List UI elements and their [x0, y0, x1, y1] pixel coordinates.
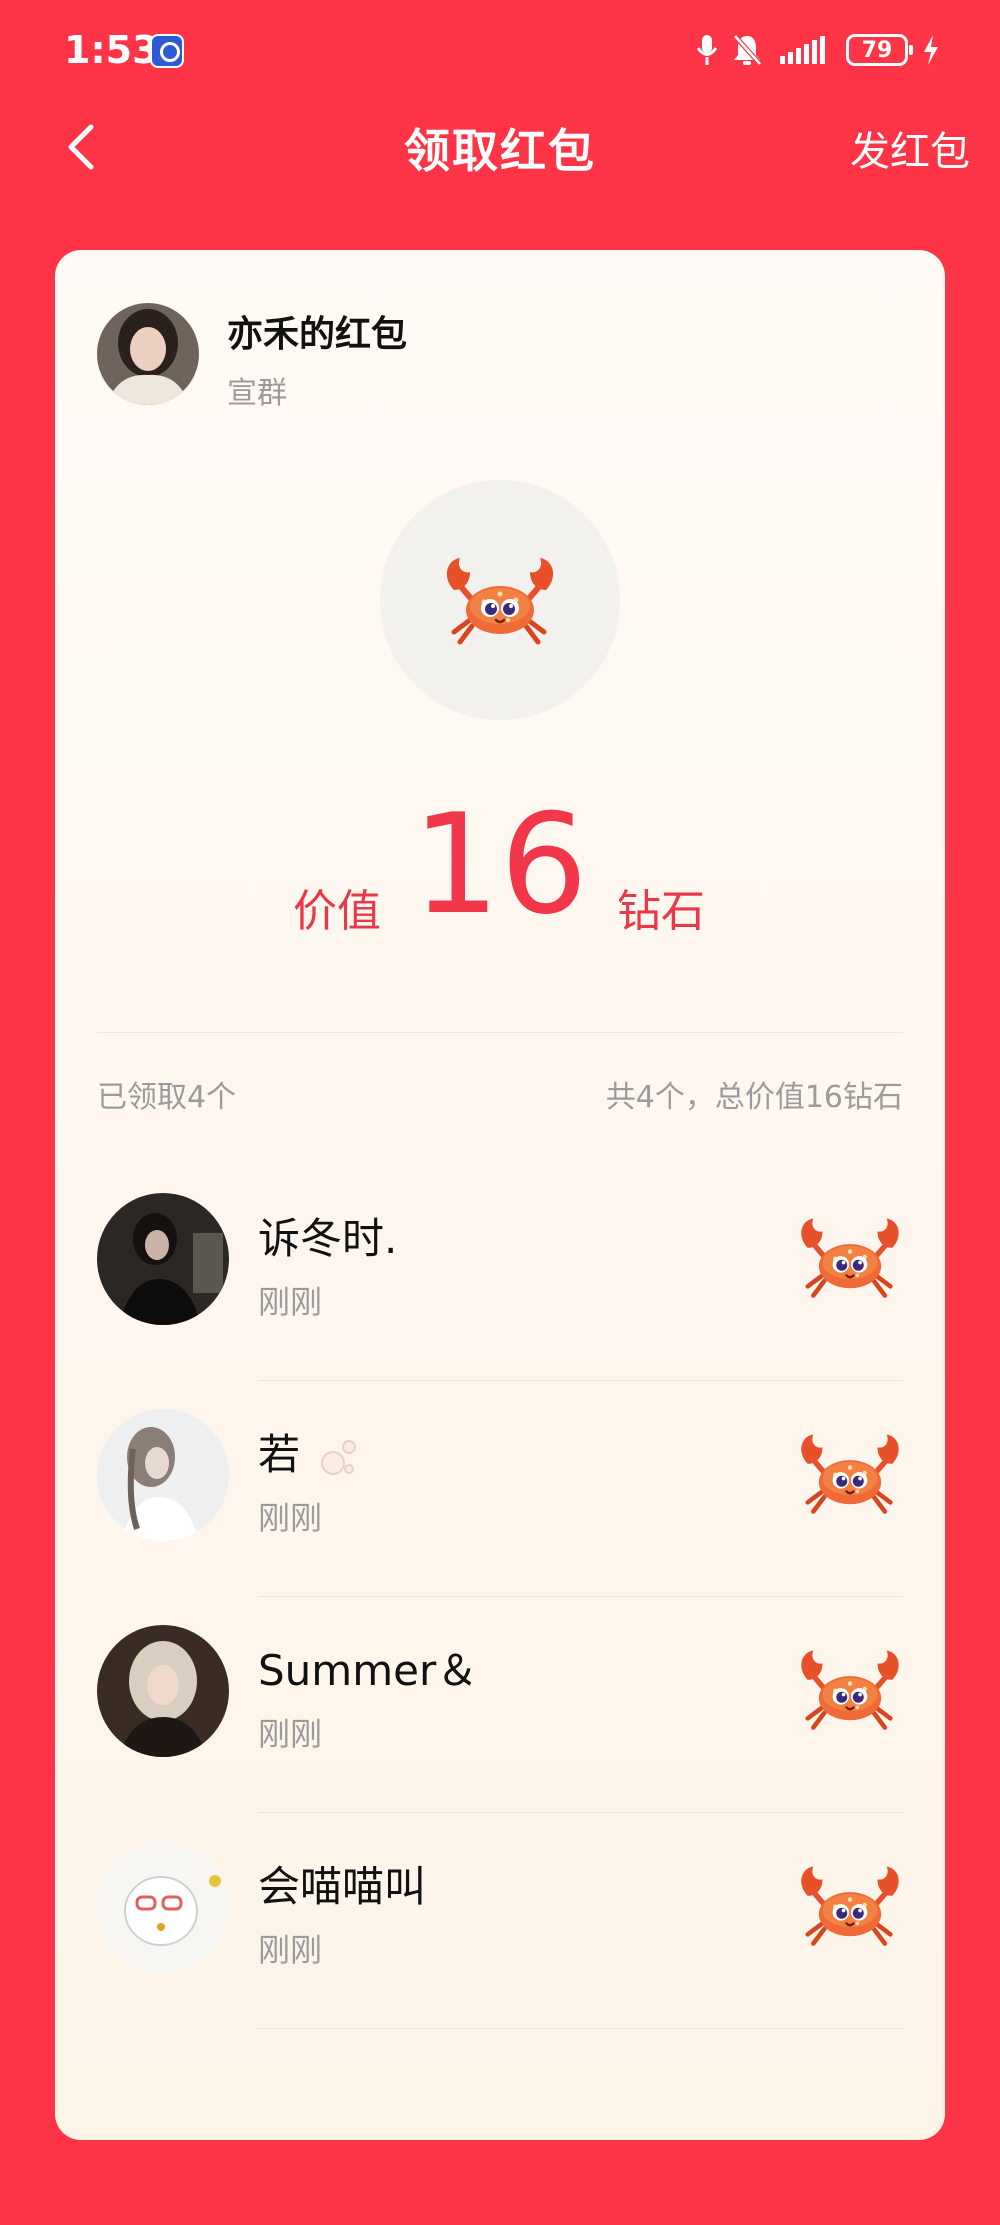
claimer-name: Summer＆	[258, 1646, 479, 1695]
value-prefix: 价值	[293, 886, 381, 937]
status-icons: 79	[696, 30, 940, 70]
claimed-count: 已领取4个	[97, 1080, 237, 1115]
bubbles-emoji-icon	[321, 1439, 357, 1475]
claim-row[interactable]: 若 刚刚	[55, 1381, 945, 1597]
crab-gift-icon	[440, 550, 560, 650]
value-number: 16	[412, 784, 588, 945]
signal-icon	[780, 36, 825, 64]
claim-time: 刚刚	[258, 1499, 323, 1537]
status-time: 1:53	[64, 28, 159, 72]
crab-gift-icon	[795, 1855, 905, 1955]
battery-level: 79	[861, 37, 893, 63]
claimer-avatar[interactable]	[97, 1841, 229, 1973]
claimer-name: 诉冬时.	[258, 1214, 398, 1263]
claimer-avatar[interactable]	[97, 1193, 229, 1325]
claimer-name: 会喵喵叫	[258, 1862, 427, 1911]
claim-row[interactable]: 会喵喵叫 刚刚	[55, 1813, 945, 2029]
charging-icon	[924, 35, 938, 65]
sender-avatar[interactable]	[97, 303, 199, 405]
battery-indicator: 79	[846, 34, 913, 66]
total-summary: 共4个，总价值16钻石	[605, 1080, 903, 1115]
nav-bar: 领取红包 发红包	[0, 95, 1000, 215]
send-red-packet-button[interactable]: 发红包	[850, 119, 970, 177]
bell-muted-icon	[733, 34, 762, 66]
claim-time: 刚刚	[258, 1715, 323, 1753]
claim-time: 刚刚	[258, 1283, 323, 1321]
crab-gift-icon	[795, 1423, 905, 1523]
row-divider	[258, 2028, 903, 2029]
claim-time: 刚刚	[258, 1931, 323, 1969]
red-packet-card: 亦禾的红包 宣群 16 价值 钻石 已领取4个 共4个，总价值16钻石 诉冬时.…	[55, 250, 945, 2140]
crab-gift-icon	[795, 1207, 905, 1307]
group-label: 宣群	[227, 376, 287, 411]
crab-gift-icon	[795, 1639, 905, 1739]
value-display: 16 价值 钻石	[55, 790, 945, 940]
claim-list: 诉冬时. 刚刚 若 刚刚 Summer＆ 刚刚 会喵喵叫 刚刚	[55, 1165, 945, 2029]
status-bar: 1:53 79	[0, 0, 1000, 100]
gift-display	[380, 480, 620, 720]
sender-name: 亦禾的红包	[227, 314, 408, 355]
value-unit: 钻石	[617, 886, 705, 937]
claimer-name: 若	[258, 1421, 359, 1482]
claimer-avatar[interactable]	[97, 1409, 229, 1541]
microphone-icon	[696, 35, 718, 65]
claim-row[interactable]: Summer＆ 刚刚	[55, 1597, 945, 1813]
divider	[97, 1032, 903, 1033]
claim-row[interactable]: 诉冬时. 刚刚	[55, 1165, 945, 1381]
notification-app-icon	[150, 34, 184, 68]
claimer-avatar[interactable]	[97, 1625, 229, 1757]
